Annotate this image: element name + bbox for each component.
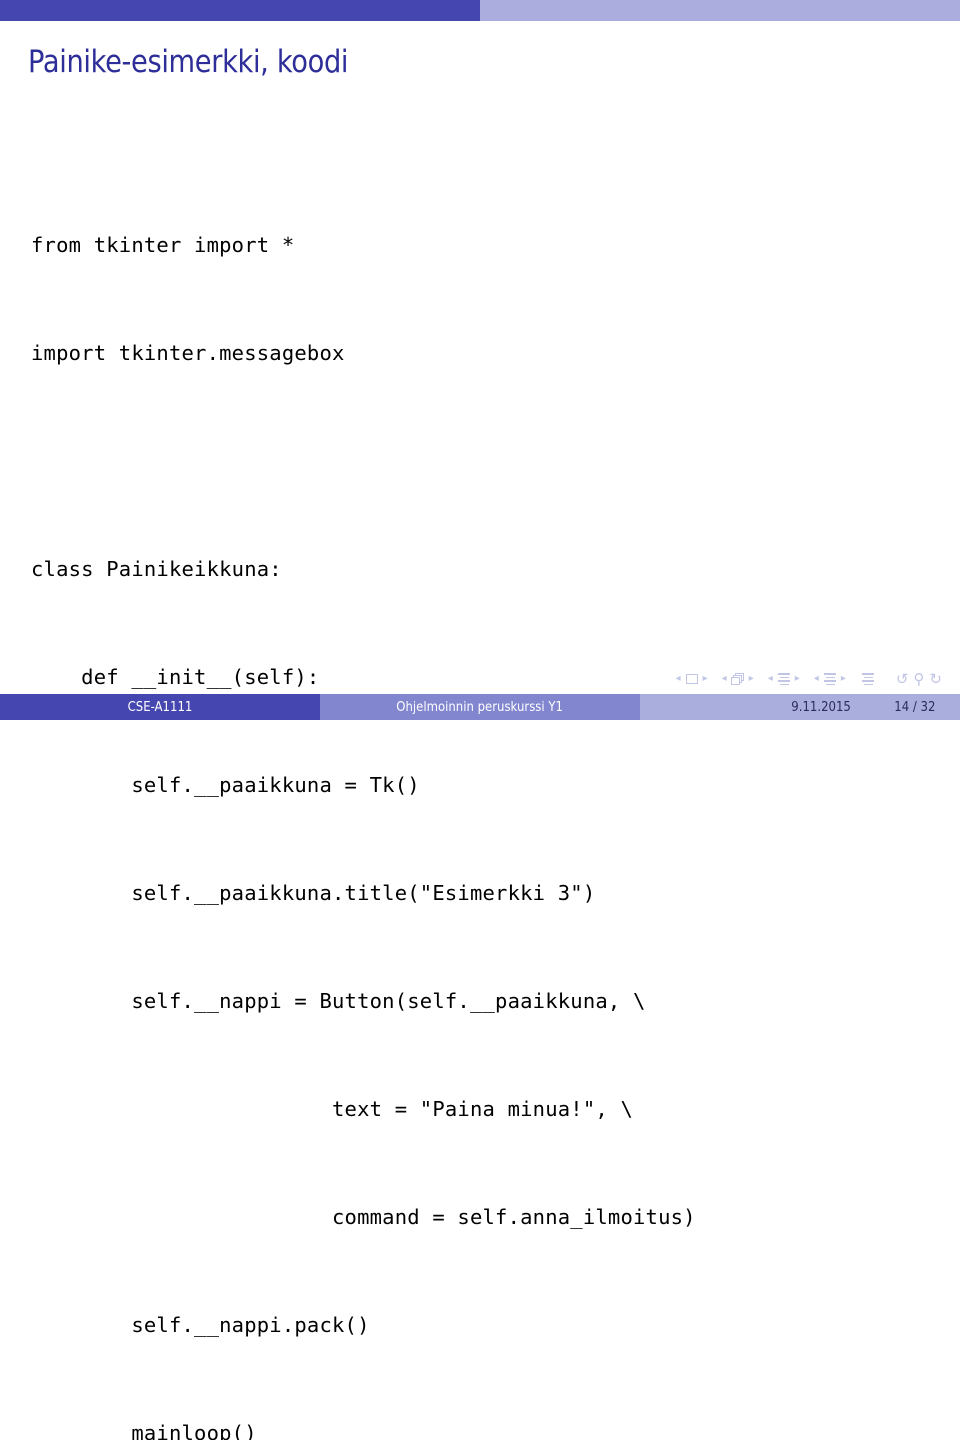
code-line: from tkinter import * xyxy=(31,233,295,257)
lines-icon[interactable] xyxy=(776,672,792,686)
document-lines-icon[interactable] xyxy=(860,672,876,686)
nav-group-subsection[interactable]: ◂ ▸ xyxy=(768,672,800,686)
nav-group-frame[interactable]: ◂ ▸ xyxy=(722,672,754,686)
code-line: import tkinter.messagebox xyxy=(31,341,345,365)
code-line: self.__paaikkuna.title("Esimerkki 3") xyxy=(31,881,596,905)
footer-course-code-label: CSE-A1111 xyxy=(127,699,193,715)
code-line: class Painikeikkuna: xyxy=(31,557,282,581)
footer-date: 9.11.2015 xyxy=(791,699,851,715)
nav-group-section[interactable]: ◂ ▸ xyxy=(814,672,846,686)
nav-group-document[interactable] xyxy=(860,672,876,686)
header-accent-left xyxy=(0,0,480,21)
footer-course-name: Ohjelmoinnin peruskurssi Y1 xyxy=(320,694,640,720)
nav-group-history[interactable]: ↺ ⚲ ↻ xyxy=(896,670,942,688)
next-subsection-icon[interactable]: ▸ xyxy=(795,674,800,684)
header-accent-right xyxy=(480,0,960,21)
prev-slide-icon[interactable]: ◂ xyxy=(676,674,681,684)
code-line: self.__nappi.pack() xyxy=(31,1313,370,1337)
code-line: command = self.anna_ilmoitus) xyxy=(31,1205,696,1229)
footer-page-number: 14 / 32 xyxy=(894,699,936,715)
nav-group-slide[interactable]: ◂ ▸ xyxy=(676,672,708,686)
footer-meta: 9.11.2015 14 / 32 xyxy=(640,694,960,720)
back-icon[interactable]: ↺ xyxy=(896,670,909,688)
code-line: self.__paaikkuna = Tk() xyxy=(31,773,420,797)
code-line: mainloop() xyxy=(31,1421,257,1440)
footer-bar: CSE-A1111 Ohjelmoinnin peruskurssi Y1 9.… xyxy=(0,694,960,720)
next-section-icon[interactable]: ▸ xyxy=(841,674,846,684)
footer-course-name-label: Ohjelmoinnin peruskurssi Y1 xyxy=(396,699,564,715)
header-accent-bar xyxy=(0,0,960,21)
code-block: from tkinter import * import tkinter.mes… xyxy=(31,155,931,1440)
page-title: Painike-esimerkki, koodi xyxy=(28,44,349,80)
square-icon[interactable] xyxy=(684,672,700,686)
beamer-navigation-bar[interactable]: ◂ ▸ ◂ ▸ ◂ ▸ ◂ ▸ ↺ ⚲ ↻ xyxy=(676,670,942,688)
footer-course-code: CSE-A1111 xyxy=(0,694,320,720)
next-frame-icon[interactable]: ▸ xyxy=(749,674,754,684)
code-line: self.__nappi = Button(self.__paaikkuna, … xyxy=(31,989,646,1013)
search-icon[interactable]: ⚲ xyxy=(913,670,924,688)
next-slide-icon[interactable]: ▸ xyxy=(703,674,708,684)
forward-icon[interactable]: ↻ xyxy=(929,670,942,688)
prev-frame-icon[interactable]: ◂ xyxy=(722,674,727,684)
code-line: text = "Paina minua!", \ xyxy=(31,1097,634,1121)
prev-section-icon[interactable]: ◂ xyxy=(814,674,819,684)
prev-subsection-icon[interactable]: ◂ xyxy=(768,674,773,684)
frames-icon[interactable] xyxy=(730,672,746,686)
lines-icon[interactable] xyxy=(822,672,838,686)
